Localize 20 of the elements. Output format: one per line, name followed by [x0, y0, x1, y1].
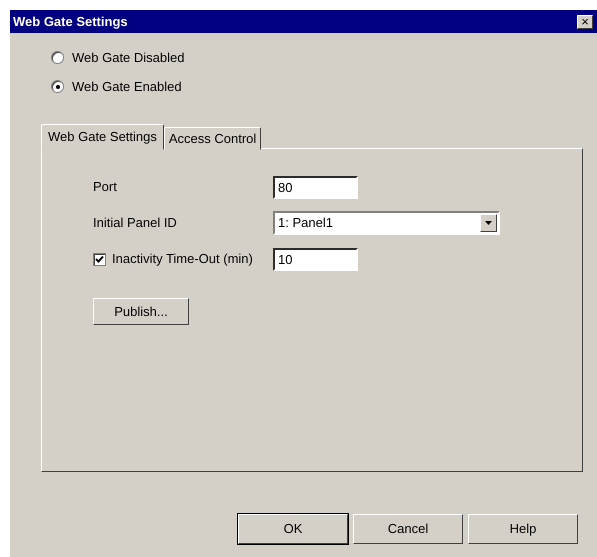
radio-button[interactable] [51, 51, 64, 64]
input-field[interactable]: 80 [273, 176, 358, 198]
dropdown[interactable]: 1: Panel1 [273, 211, 500, 235]
field-label: Initial Panel ID [93, 214, 177, 232]
window-title: Web Gate Settings [13, 12, 128, 31]
dialog-button[interactable]: Cancel [353, 514, 463, 544]
tab[interactable]: Access Control [164, 127, 262, 150]
field-label: Port [93, 178, 117, 196]
dialog-button[interactable]: OK [238, 514, 348, 544]
dropdown-arrow-icon[interactable] [485, 221, 492, 225]
tab[interactable]: Web Gate Settings [41, 124, 164, 150]
field-label: Inactivity Time-Out (min) [112, 250, 253, 268]
publish-button[interactable]: Publish... [93, 298, 189, 325]
close-button[interactable]: × [577, 14, 593, 28]
checkbox[interactable] [93, 252, 106, 266]
dialog-button[interactable]: Help [468, 514, 578, 544]
radio-button[interactable] [51, 80, 64, 93]
radio-label: Web Gate Enabled [72, 78, 182, 96]
radio-label: Web Gate Disabled [72, 48, 184, 67]
input-field[interactable]: 10 [273, 248, 358, 270]
